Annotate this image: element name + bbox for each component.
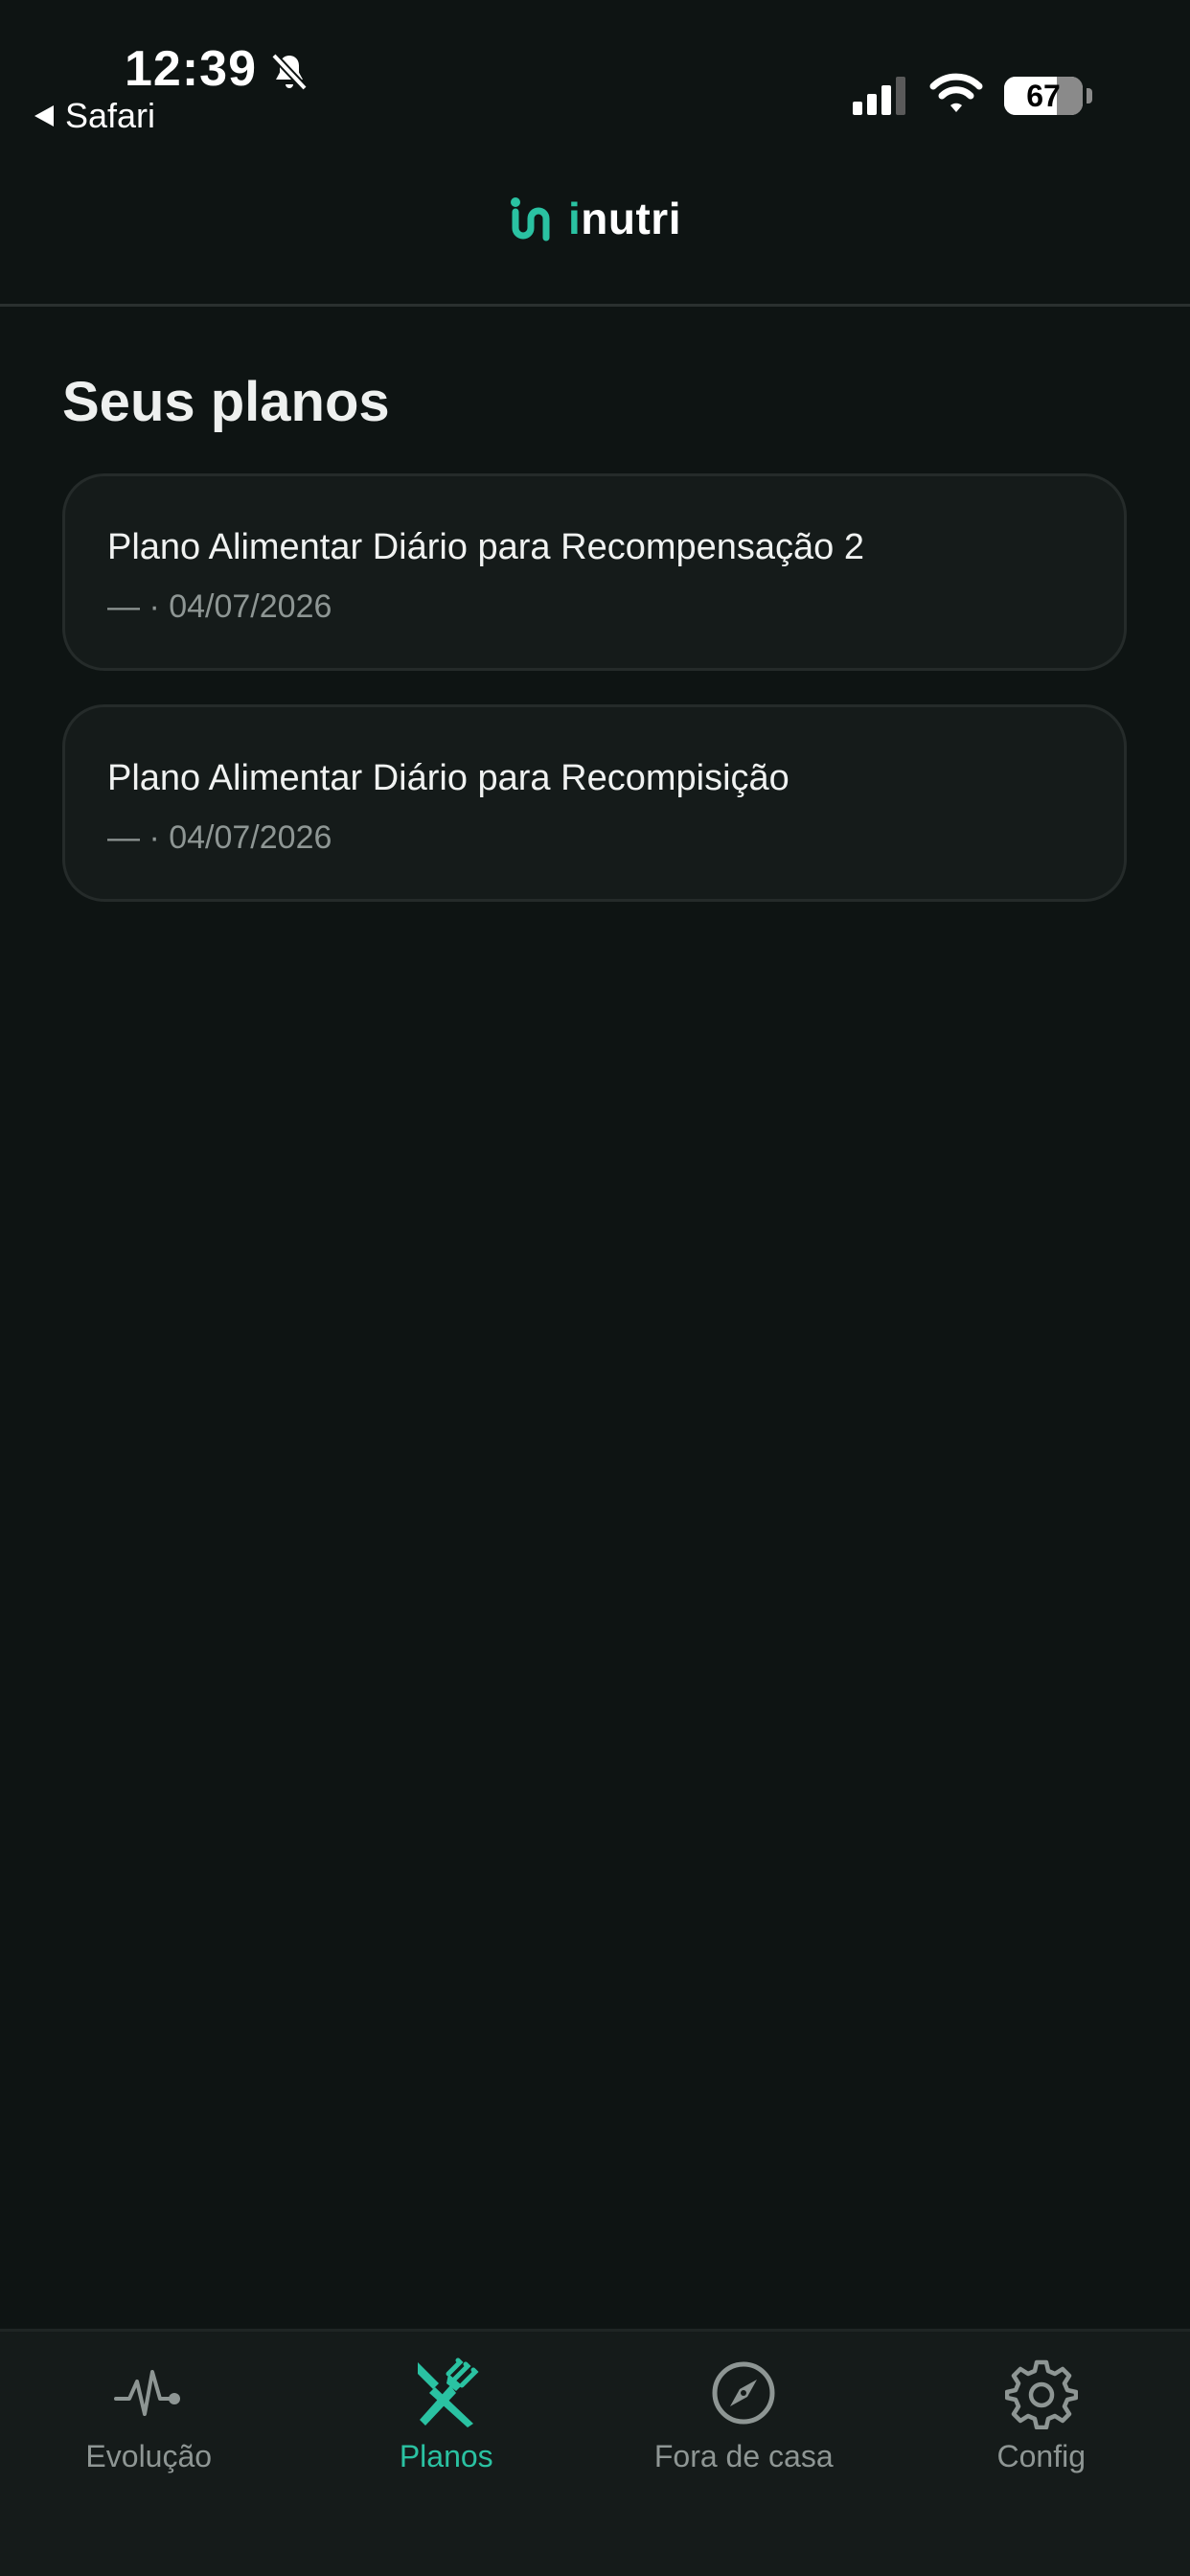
tab-label: Planos [399, 2439, 493, 2473]
tab-fora-de-casa[interactable]: Fora de casa [595, 2332, 893, 2576]
tab-config[interactable]: Config [893, 2332, 1190, 2576]
plan-list: Plano Alimentar Diário para Recompensaçã… [62, 473, 1127, 935]
fork-knife-icon [417, 2358, 479, 2427]
tab-label: Config [996, 2439, 1087, 2473]
inutri-logo: inutri [509, 193, 681, 244]
status-bar: 12:39 Safari 67 [0, 0, 1190, 144]
plan-meta: — · 04/07/2026 [107, 819, 332, 856]
status-time: 12:39 [125, 41, 257, 97]
logo-text-i: i [568, 193, 582, 243]
plan-meta: — · 04/07/2026 [107, 588, 332, 625]
back-triangle-icon [34, 105, 54, 126]
back-app-label: Safari [65, 96, 156, 135]
tab-planos[interactable]: Planos [298, 2332, 596, 2576]
heartbeat-icon [114, 2370, 181, 2416]
battery-indicator: 67 [1004, 77, 1083, 115]
logo-text: inutri [568, 193, 681, 244]
tab-bar: Evolução Planos Fora de casa Config [0, 2329, 1190, 2576]
logo-text-rest: nutri [581, 193, 681, 243]
tab-evolucao[interactable]: Evolução [0, 2332, 298, 2576]
plan-title: Plano Alimentar Diário para Recompisição [107, 758, 790, 798]
screen: 12:39 Safari 67 inutri Seus planos Plano… [0, 0, 1190, 2576]
tab-label: Fora de casa [653, 2439, 834, 2473]
plan-card[interactable]: Plano Alimentar Diário para Recompensaçã… [62, 473, 1127, 671]
wifi-icon [929, 73, 983, 112]
battery-percentage: 67 [1026, 79, 1061, 113]
back-to-safari-button[interactable]: Safari [34, 96, 155, 136]
page-title: Seus planos [62, 371, 390, 433]
tab-label: Evolução [85, 2439, 213, 2473]
app-header: inutri [0, 144, 1190, 307]
cellular-signal-icon [853, 77, 905, 115]
logo-mark-icon [511, 196, 550, 241]
battery-tip [1087, 88, 1092, 104]
plan-card[interactable]: Plano Alimentar Diário para Recompisição… [62, 704, 1127, 902]
bell-slash-icon [271, 53, 308, 91]
plan-title: Plano Alimentar Diário para Recompensaçã… [107, 527, 864, 567]
compass-icon [712, 2361, 775, 2425]
gear-icon [1004, 2359, 1078, 2429]
